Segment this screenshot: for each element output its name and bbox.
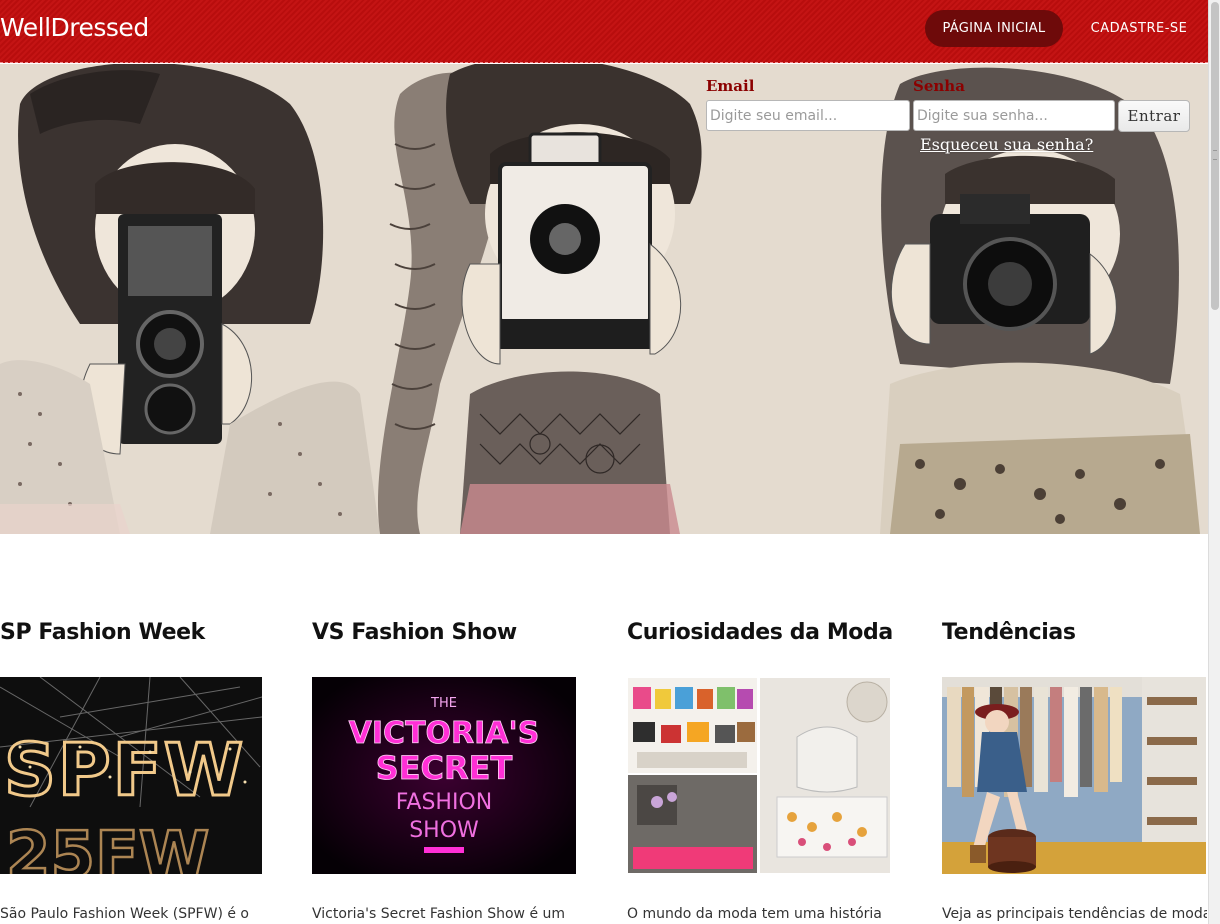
card-image-curiosidades[interactable] <box>627 677 891 874</box>
vs-fashion-text: FASHION <box>396 790 492 815</box>
card-image-spfw[interactable]: SPFW 25FW <box>0 677 262 874</box>
card-text-spfw: São Paulo Fashion Week (SPFW) é o <box>0 906 249 922</box>
card-title-spfw[interactable]: SP Fashion Week <box>0 620 205 645</box>
vs-the-text: THE <box>430 696 457 711</box>
page-scrollbar[interactable] <box>1208 0 1220 924</box>
vs-brand-text-2: SECRET <box>376 749 513 787</box>
spfw-reflection-text: 25FW <box>6 819 209 874</box>
card-title-vs[interactable]: VS Fashion Show <box>312 620 517 645</box>
vs-show-text: SHOW <box>409 818 479 843</box>
spfw-sign-text: SPFW <box>4 728 245 812</box>
email-label: Email <box>706 77 755 95</box>
nav-home-button[interactable]: PÁGINA INICIAL <box>925 10 1063 47</box>
vs-brand-text-1: VICTORIA'S <box>349 716 540 751</box>
password-label: Senha <box>913 77 965 95</box>
navbar: WellDressed PÁGINA INICIAL CADASTRE-SE <box>0 0 1208 63</box>
card-text-vs: Victoria's Secret Fashion Show é um <box>312 906 566 922</box>
card-image-tendencias[interactable] <box>942 677 1206 874</box>
card-title-curiosidades[interactable]: Curiosidades da Moda <box>627 620 893 645</box>
card-text-tendencias: Veja as principais tendências de moda <box>942 906 1207 922</box>
card-image-vs[interactable]: THE VICTORIA'S SECRET FASHION SHOW <box>312 677 576 874</box>
email-input[interactable] <box>706 100 910 131</box>
nav-signup-link[interactable]: CADASTRE-SE <box>1079 10 1199 47</box>
scrollbar-thumb[interactable] <box>1211 2 1219 310</box>
password-input[interactable] <box>913 100 1115 131</box>
forgot-password-link[interactable]: Esqueceu sua senha? <box>920 135 1093 154</box>
card-title-tendencias[interactable]: Tendências <box>942 620 1076 645</box>
brand-logo[interactable]: WellDressed <box>0 13 149 42</box>
card-text-curiosidades: O mundo da moda tem uma história <box>627 906 882 922</box>
login-button[interactable]: Entrar <box>1118 100 1190 132</box>
hero-banner: Email Senha Entrar Esqueceu sua senha? <box>0 64 1208 534</box>
